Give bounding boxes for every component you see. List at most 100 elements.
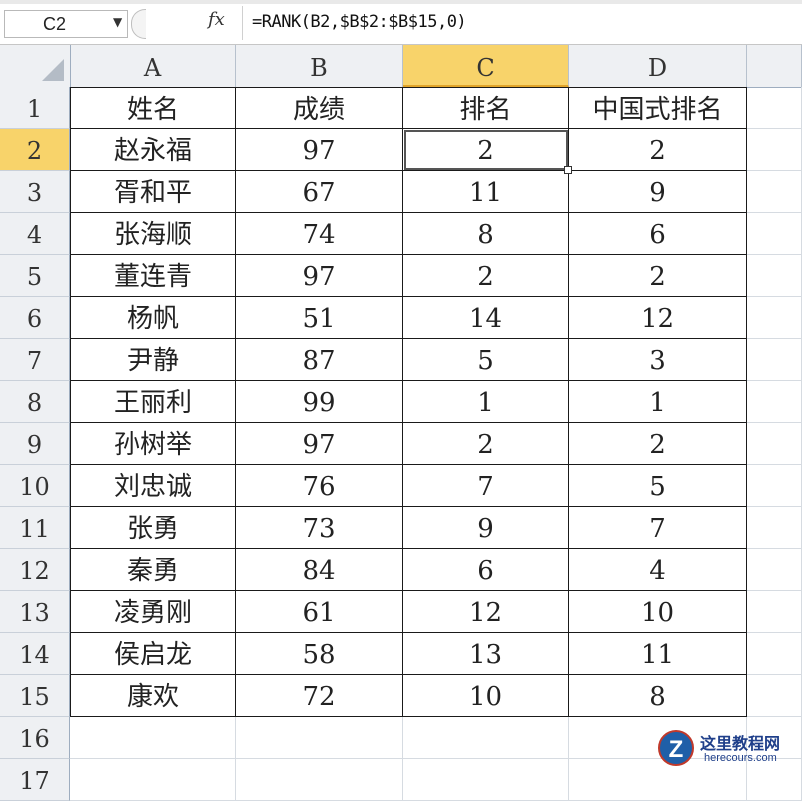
row-header-4[interactable]: 4 — [0, 213, 70, 255]
cell-b9[interactable]: 97 — [236, 423, 403, 465]
cell-c15[interactable]: 10 — [403, 675, 569, 717]
cell-d7[interactable]: 3 — [569, 339, 747, 381]
cell-c14[interactable]: 13 — [403, 633, 569, 675]
cell-c2[interactable]: 2 — [403, 129, 569, 171]
cell-c5[interactable]: 2 — [403, 255, 569, 297]
cell-a12[interactable]: 秦勇 — [70, 549, 236, 591]
formula-bar-resize-handle[interactable] — [131, 9, 146, 39]
column-header-e[interactable] — [747, 45, 802, 87]
row-header-8[interactable]: 8 — [0, 381, 70, 423]
cell-d3[interactable]: 9 — [569, 171, 747, 213]
fill-handle[interactable] — [564, 166, 572, 174]
cell-b12[interactable]: 84 — [236, 549, 403, 591]
cell-a11[interactable]: 张勇 — [70, 507, 236, 549]
cell-e3[interactable] — [747, 171, 802, 213]
row-header-1[interactable]: 1 — [0, 87, 70, 129]
cell-a16[interactable] — [70, 717, 236, 759]
cell-b5[interactable]: 97 — [236, 255, 403, 297]
cell-b17[interactable] — [236, 759, 403, 801]
cell-c10[interactable]: 7 — [403, 465, 569, 507]
cell-e10[interactable] — [747, 465, 802, 507]
column-header-a[interactable]: A — [70, 45, 236, 87]
row-header-11[interactable]: 11 — [0, 507, 70, 549]
cell-d14[interactable]: 11 — [569, 633, 747, 675]
cell-b2[interactable]: 97 — [236, 129, 403, 171]
cell-c6[interactable]: 14 — [403, 297, 569, 339]
cell-c17[interactable] — [403, 759, 569, 801]
row-header-5[interactable]: 5 — [0, 255, 70, 297]
cell-a1[interactable]: 姓名 — [70, 87, 236, 129]
cell-d11[interactable]: 7 — [569, 507, 747, 549]
cell-a10[interactable]: 刘忠诚 — [70, 465, 236, 507]
cell-b4[interactable]: 74 — [236, 213, 403, 255]
cell-b1[interactable]: 成绩 — [236, 87, 403, 129]
row-header-3[interactable]: 3 — [0, 171, 70, 213]
cell-c16[interactable] — [403, 717, 569, 759]
column-header-b[interactable]: B — [236, 45, 403, 87]
cell-e6[interactable] — [747, 297, 802, 339]
cell-b14[interactable]: 58 — [236, 633, 403, 675]
row-header-7[interactable]: 7 — [0, 339, 70, 381]
cell-b6[interactable]: 51 — [236, 297, 403, 339]
cell-a8[interactable]: 王丽利 — [70, 381, 236, 423]
cell-a15[interactable]: 康欢 — [70, 675, 236, 717]
cell-b7[interactable]: 87 — [236, 339, 403, 381]
cell-d5[interactable]: 2 — [569, 255, 747, 297]
cell-c3[interactable]: 11 — [403, 171, 569, 213]
cell-a9[interactable]: 孙树举 — [70, 423, 236, 465]
cell-d9[interactable]: 2 — [569, 423, 747, 465]
cell-c11[interactable]: 9 — [403, 507, 569, 549]
formula-input[interactable]: =RANK(B2,$B$2:$B$15,0) — [252, 12, 467, 32]
cell-a7[interactable]: 尹静 — [70, 339, 236, 381]
cell-b11[interactable]: 73 — [236, 507, 403, 549]
column-header-d[interactable]: D — [569, 45, 747, 87]
cell-d13[interactable]: 10 — [569, 591, 747, 633]
cell-e14[interactable] — [747, 633, 802, 675]
cell-e12[interactable] — [747, 549, 802, 591]
row-header-10[interactable]: 10 — [0, 465, 70, 507]
cell-e8[interactable] — [747, 381, 802, 423]
cell-a17[interactable] — [70, 759, 236, 801]
cell-e11[interactable] — [747, 507, 802, 549]
row-header-2[interactable]: 2 — [0, 129, 70, 171]
cell-d4[interactable]: 6 — [569, 213, 747, 255]
column-header-c[interactable]: C — [403, 45, 569, 87]
cell-c13[interactable]: 12 — [403, 591, 569, 633]
cell-c8[interactable]: 1 — [403, 381, 569, 423]
cell-a3[interactable]: 胥和平 — [70, 171, 236, 213]
cell-a4[interactable]: 张海顺 — [70, 213, 236, 255]
cell-e13[interactable] — [747, 591, 802, 633]
cell-c12[interactable]: 6 — [403, 549, 569, 591]
row-header-17[interactable]: 17 — [0, 759, 70, 801]
cell-e5[interactable] — [747, 255, 802, 297]
cell-e9[interactable] — [747, 423, 802, 465]
cell-d1[interactable]: 中国式排名 — [569, 87, 747, 129]
cell-b16[interactable] — [236, 717, 403, 759]
name-box[interactable]: C2 ▼ — [4, 10, 128, 38]
cell-b10[interactable]: 76 — [236, 465, 403, 507]
cell-d6[interactable]: 12 — [569, 297, 747, 339]
cell-e7[interactable] — [747, 339, 802, 381]
row-header-13[interactable]: 13 — [0, 591, 70, 633]
cell-e2[interactable] — [747, 129, 802, 171]
select-all-button[interactable] — [0, 45, 71, 87]
cell-d8[interactable]: 1 — [569, 381, 747, 423]
cell-e15[interactable] — [747, 675, 802, 717]
chevron-down-icon[interactable]: ▼ — [113, 15, 122, 29]
cell-b3[interactable]: 67 — [236, 171, 403, 213]
cell-c7[interactable]: 5 — [403, 339, 569, 381]
row-header-9[interactable]: 9 — [0, 423, 70, 465]
cell-a2[interactable]: 赵永福 — [70, 129, 236, 171]
row-header-6[interactable]: 6 — [0, 297, 70, 339]
cell-d15[interactable]: 8 — [569, 675, 747, 717]
cell-b8[interactable]: 99 — [236, 381, 403, 423]
cell-c1[interactable]: 排名 — [403, 87, 569, 129]
cell-c9[interactable]: 2 — [403, 423, 569, 465]
cell-a13[interactable]: 凌勇刚 — [70, 591, 236, 633]
row-header-14[interactable]: 14 — [0, 633, 70, 675]
cell-b13[interactable]: 61 — [236, 591, 403, 633]
cell-d10[interactable]: 5 — [569, 465, 747, 507]
cell-a5[interactable]: 董连青 — [70, 255, 236, 297]
row-header-16[interactable]: 16 — [0, 717, 70, 759]
row-header-15[interactable]: 15 — [0, 675, 70, 717]
